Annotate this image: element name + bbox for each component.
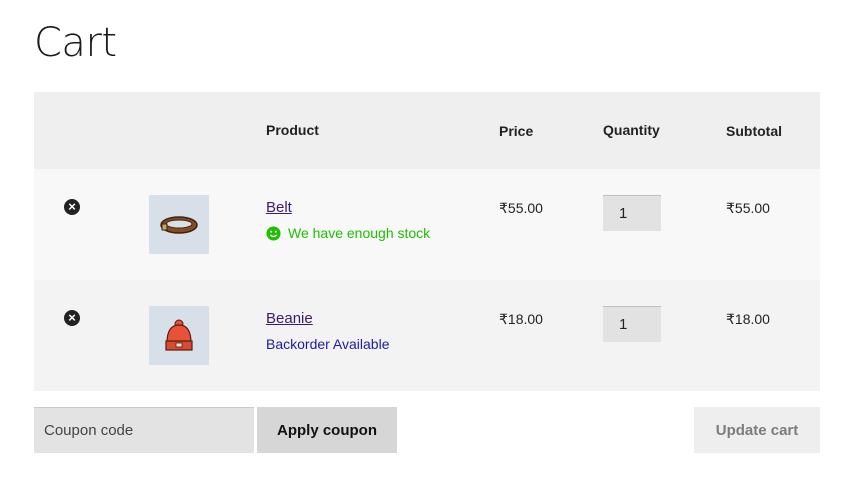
item-price: ₹55.00 xyxy=(499,200,543,216)
stock-status: Backorder Available xyxy=(266,336,389,352)
product-link-beanie[interactable]: Beanie xyxy=(266,310,313,327)
belt-image xyxy=(160,215,198,234)
cart-table: Product Price Quantity Subtotal × Belt W… xyxy=(34,92,820,391)
apply-coupon-button[interactable]: Apply coupon xyxy=(257,407,397,453)
beanie-image xyxy=(165,319,193,351)
item-price: ₹18.00 xyxy=(499,311,543,327)
header-subtotal: Subtotal xyxy=(726,123,782,139)
table-row: × Beanie Backorder Available ₹18.00 ₹18.… xyxy=(34,280,820,391)
stock-message: Backorder Available xyxy=(266,336,390,352)
quantity-input[interactable] xyxy=(603,195,661,231)
quantity-input[interactable] xyxy=(603,306,661,342)
smiley-icon xyxy=(266,225,281,241)
product-thumbnail-belt[interactable] xyxy=(149,195,209,254)
header-quantity: Quantity xyxy=(603,122,660,138)
remove-item-icon[interactable]: × xyxy=(64,199,80,215)
table-row: × Belt We have enough stock ₹55.00 ₹55.0… xyxy=(34,169,820,280)
item-subtotal: ₹18.00 xyxy=(726,311,770,327)
product-thumbnail-beanie[interactable] xyxy=(149,306,209,365)
cart-actions: Apply coupon Update cart xyxy=(34,407,820,453)
product-link-belt[interactable]: Belt xyxy=(266,199,292,216)
table-header: Product Price Quantity Subtotal xyxy=(34,92,820,169)
stock-status: We have enough stock xyxy=(266,225,430,241)
header-price: Price xyxy=(499,123,534,139)
page-title: Cart xyxy=(34,20,117,66)
remove-item-icon[interactable]: × xyxy=(64,310,80,326)
stock-message: We have enough stock xyxy=(288,225,431,241)
coupon-code-input[interactable] xyxy=(34,407,254,453)
item-subtotal: ₹55.00 xyxy=(726,200,770,216)
header-product: Product xyxy=(266,122,319,138)
update-cart-button[interactable]: Update cart xyxy=(694,407,820,453)
